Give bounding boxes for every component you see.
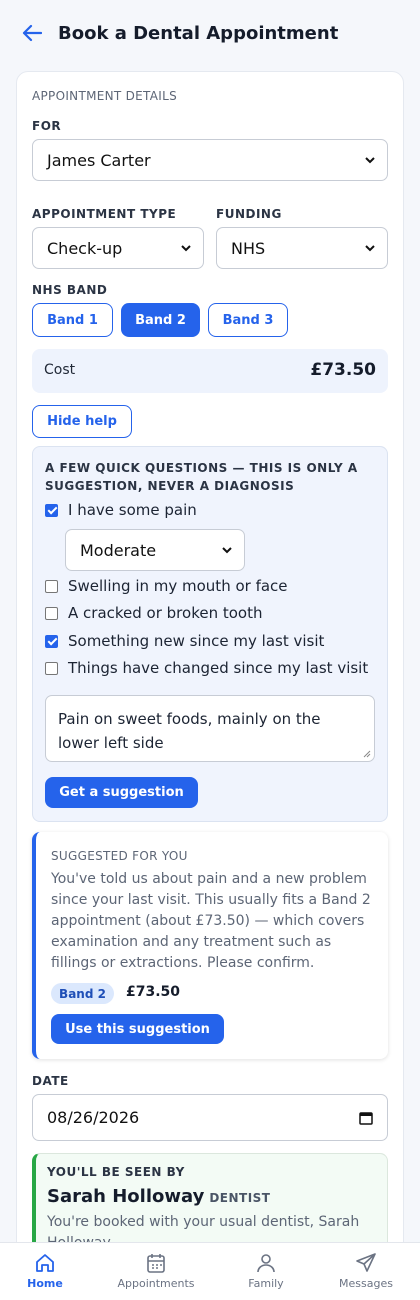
cost-value: £73.50 — [310, 360, 376, 380]
appointment-type-value: Check-up — [47, 238, 123, 258]
clinician-role: DENTIST — [209, 1191, 271, 1205]
changed-checkbox[interactable] — [45, 661, 58, 675]
funding-value: NHS — [231, 238, 266, 258]
nav-messages-label: Messages — [339, 1277, 393, 1290]
patient-select[interactable]: James Carter — [32, 139, 388, 181]
symptom-notes-textarea[interactable]: Pain on sweet foods, mainly on the lower… — [45, 695, 375, 762]
symptom-notes-text: Pain on sweet foods, mainly on the lower… — [58, 710, 321, 752]
section-caption: APPOINTMENT DETAILS — [32, 89, 178, 103]
changed-checkbox-row[interactable]: Things have changed since my last visit — [45, 658, 368, 678]
page-title: Book a Dental Appointment — [58, 23, 339, 44]
cracked-checkbox[interactable] — [45, 606, 58, 620]
band-3-button[interactable]: Band 3 — [208, 303, 288, 337]
nav-messages[interactable]: Messages — [334, 1243, 398, 1300]
date-input[interactable]: 08/26/2026 — [32, 1094, 388, 1141]
app-header: Book a Dental Appointment — [0, 0, 420, 70]
funding-select[interactable]: NHS — [216, 227, 388, 269]
back-button[interactable] — [20, 22, 44, 44]
changed-checkbox-label: Things have changed since my last visit — [68, 659, 369, 677]
chevron-down-icon — [222, 547, 232, 554]
calendar-icon — [147, 1254, 165, 1273]
funding-label: FUNDING — [216, 207, 282, 221]
chevron-down-icon — [365, 157, 375, 164]
pain-severity-select[interactable]: Moderate — [65, 529, 245, 571]
cost-label: Cost — [44, 362, 76, 378]
date-value: 08/26/2026 — [47, 1108, 140, 1127]
resize-grip-icon[interactable] — [363, 750, 371, 758]
nhs-band-label: NHS BAND — [32, 283, 108, 297]
nav-home[interactable]: Home — [18, 1243, 72, 1300]
swelling-checkbox-row[interactable]: Swelling in my mouth or face — [45, 576, 288, 596]
calendar-picker-icon[interactable] — [359, 1111, 373, 1125]
patient-select-value: James Carter — [47, 150, 151, 170]
nav-family-label: Family — [248, 1277, 284, 1290]
chevron-down-icon — [181, 245, 191, 252]
home-icon — [36, 1254, 54, 1272]
nav-family[interactable]: Family — [240, 1243, 292, 1300]
cracked-checkbox-label: A cracked or broken tooth — [68, 604, 263, 622]
suggestion-text: You've told us about pain and a new prob… — [51, 871, 371, 971]
nav-appointments[interactable]: Appointments — [111, 1243, 201, 1300]
suggestion-caption: SUGGESTED FOR YOU — [51, 849, 188, 863]
cost-summary: Cost £73.50 — [32, 349, 388, 393]
swelling-checkbox[interactable] — [45, 579, 58, 593]
get-suggestion-button[interactable]: Get a suggestion — [45, 777, 198, 808]
hide-help-button[interactable]: Hide help — [32, 405, 132, 438]
pain-severity-value: Moderate — [80, 540, 157, 560]
bottom-nav: Home Appointments Family Messages — [0, 1242, 420, 1300]
chevron-down-icon — [365, 245, 375, 252]
appointment-type-select[interactable]: Check-up — [32, 227, 204, 269]
nav-appointments-label: Appointments — [117, 1277, 195, 1290]
cracked-checkbox-row[interactable]: A cracked or broken tooth — [45, 603, 262, 623]
clinician-caption: YOU'LL BE SEEN BY — [47, 1165, 185, 1179]
clinician-name: Sarah Holloway — [47, 1186, 205, 1207]
new-since-checkbox-label: Something new since my last visit — [68, 632, 325, 650]
clinician-name-row: Sarah Holloway DENTIST — [47, 1186, 271, 1207]
arrow-left-icon — [22, 24, 42, 42]
help-title: A FEW QUICK QUESTIONS — THIS IS ONLY A S… — [45, 461, 358, 493]
send-icon — [356, 1253, 376, 1272]
nav-home-label: Home — [27, 1277, 63, 1290]
pain-checkbox-row[interactable]: I have some pain — [45, 500, 197, 520]
date-label: DATE — [32, 1074, 69, 1088]
appointment-type-label: APPOINTMENT TYPE — [32, 207, 177, 221]
use-suggestion-button[interactable]: Use this suggestion — [51, 1014, 224, 1044]
new-since-checkbox-row[interactable]: Something new since my last visit — [45, 631, 324, 651]
for-label: FOR — [32, 119, 62, 133]
new-since-checkbox[interactable] — [45, 634, 58, 648]
swelling-checkbox-label: Swelling in my mouth or face — [68, 577, 288, 595]
pain-checkbox-label: I have some pain — [68, 501, 197, 519]
band-2-button[interactable]: Band 2 — [121, 303, 200, 337]
person-icon — [257, 1254, 275, 1273]
suggested-price: £73.50 — [126, 984, 181, 1000]
band-1-button[interactable]: Band 1 — [32, 303, 113, 337]
suggested-band-badge: Band 2 — [51, 983, 114, 1004]
pain-checkbox[interactable] — [45, 503, 58, 517]
